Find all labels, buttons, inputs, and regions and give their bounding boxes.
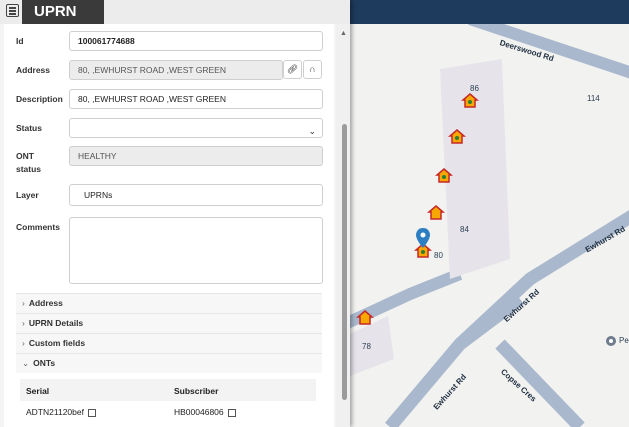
ont-status-label: ONT status: [16, 151, 42, 174]
uprn-form: Id 100061774688 Address 80, ,EWHURST ROA…: [4, 24, 334, 427]
id-field[interactable]: 100061774688: [69, 31, 323, 51]
subscriber-value: HB00046806: [174, 407, 224, 417]
house-number: 114: [587, 94, 600, 103]
poi-label: Pe: [619, 336, 629, 345]
section-address[interactable]: › Address: [16, 293, 322, 313]
layer-field[interactable]: UPRNs: [69, 184, 323, 206]
chevron-down-icon: ⌄: [22, 358, 30, 368]
chevron-right-icon: ›: [22, 298, 25, 308]
map-canvas[interactable]: [350, 24, 629, 427]
house-number: 78: [362, 342, 371, 351]
panel-title: UPRN: [22, 0, 104, 24]
status-select[interactable]: ⌄: [69, 118, 323, 138]
external-link-icon[interactable]: [227, 408, 236, 417]
link-icon[interactable]: 🔗︎: [283, 60, 302, 79]
map-view[interactable]: Deerswood Rd Ewhurst Rd Ewhurst Rd Ewhur…: [350, 24, 629, 427]
external-link-icon[interactable]: [87, 408, 96, 417]
form-icon[interactable]: [6, 4, 19, 17]
panel-scrollbar[interactable]: ▲: [336, 24, 350, 427]
column-header-subscriber: Subscriber: [174, 386, 219, 396]
serial-value: ADTN21120bef: [26, 407, 84, 417]
layer-label: Layer: [16, 190, 39, 200]
chevron-down-icon: ⌄: [308, 126, 316, 136]
chevron-right-icon: ›: [22, 338, 25, 348]
section-onts[interactable]: ⌄ ONTs: [16, 353, 322, 373]
onts-table-header: Serial Subscriber: [20, 379, 316, 401]
scroll-up-icon[interactable]: ▲: [340, 30, 347, 37]
id-label: Id: [16, 36, 24, 46]
description-field[interactable]: 80, ,EWHURST ROAD ,WEST GREEN: [69, 89, 323, 109]
uprn-panel: UPRN Id 100061774688 Address 80, ,EWHURS…: [0, 0, 350, 427]
section-label: UPRN Details: [28, 318, 84, 328]
scrollbar-thumb[interactable]: [342, 124, 347, 400]
house-number: 84: [460, 225, 469, 234]
panel-header: UPRN: [0, 0, 350, 24]
address-field[interactable]: 80, ,EWHURST ROAD ,WEST GREEN: [69, 60, 283, 80]
ont-status-field: HEALTHY: [69, 146, 323, 166]
address-label: Address: [16, 65, 51, 75]
chevron-right-icon: ›: [22, 318, 25, 328]
description-label: Description: [16, 94, 63, 104]
section-label: ONTs: [33, 358, 56, 368]
section-custom-fields[interactable]: › Custom fields: [16, 333, 322, 353]
section-label: Custom fields: [28, 338, 86, 348]
house-number: 86: [470, 84, 479, 93]
section-label: Address: [28, 298, 63, 308]
subscriber-cell[interactable]: HB00046806: [174, 407, 236, 417]
column-header-serial: Serial: [26, 386, 50, 396]
binoculars-icon[interactable]: ∩: [303, 60, 322, 79]
comments-textarea[interactable]: [69, 217, 323, 284]
section-uprn-details[interactable]: › UPRN Details: [16, 313, 322, 333]
comments-label: Comments: [16, 222, 60, 232]
status-label: Status: [16, 123, 42, 133]
serial-cell[interactable]: ADTN21120bef: [26, 407, 96, 417]
house-number: 80: [434, 251, 443, 260]
